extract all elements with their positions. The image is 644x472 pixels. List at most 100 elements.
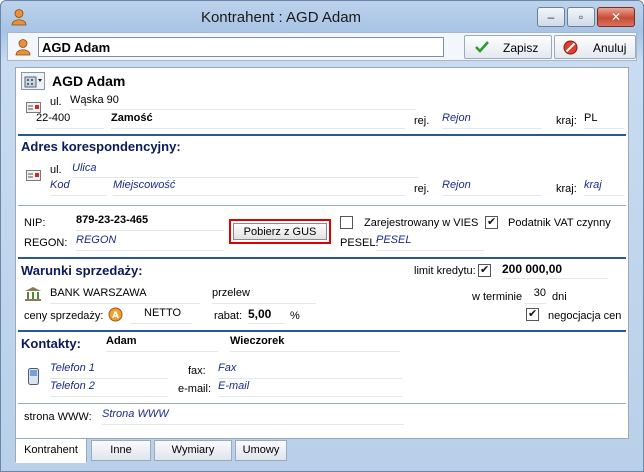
www-label: strona WWW:	[24, 411, 92, 423]
payment-method-value: przelew	[212, 287, 250, 299]
corr-region-placeholder: Rejon	[442, 179, 471, 191]
discount-value: 5,00	[248, 307, 272, 321]
svg-text:A: A	[112, 311, 119, 321]
corr-postal-placeholder: Kod	[50, 179, 70, 191]
credit-limit-label: limit kredytu:	[414, 265, 476, 277]
close-icon: ✕	[610, 10, 622, 24]
first-name-field[interactable]: Adam	[106, 335, 218, 352]
window-title: Kontrahent : AGD Adam	[200, 9, 362, 26]
cancel-button[interactable]: Anuluj	[554, 35, 636, 59]
fax-label: fax:	[188, 365, 206, 377]
minimize-button[interactable]: ‒	[537, 7, 565, 27]
divider	[18, 403, 626, 404]
corr-street-label: ul.	[50, 164, 62, 176]
negotiation-checkbox[interactable]	[526, 307, 539, 321]
corr-postal-field[interactable]: Kod	[50, 179, 106, 196]
region-field[interactable]: Rejon	[442, 112, 542, 129]
tab-inne[interactable]: Inne	[91, 440, 151, 461]
nip-label: NIP:	[24, 217, 46, 229]
separator	[18, 134, 626, 136]
last-name-value: Wieczorek	[230, 335, 285, 347]
kraj-label: kraj:	[556, 115, 577, 127]
regon-field[interactable]: REGON	[76, 234, 224, 251]
tab-umowy[interactable]: Umowy	[235, 440, 287, 461]
fax-field[interactable]: Fax	[218, 362, 402, 379]
corr-region-field[interactable]: Rejon	[442, 179, 542, 196]
bank-value: BANK WARSZAWA	[50, 287, 147, 299]
vies-label: Zarejestrowany w VIES	[364, 217, 479, 229]
nip-field[interactable]: 879-23-23-465	[76, 214, 224, 231]
regon-placeholder: REGON	[76, 234, 117, 246]
email-label: e-mail:	[178, 383, 212, 395]
payment-method-field[interactable]: przelew	[212, 287, 316, 304]
term-days-value: 30	[533, 287, 546, 299]
street-value: Wąska 90	[70, 94, 119, 106]
regon-label: REGON:	[24, 237, 68, 249]
corr-kraj-label: kraj:	[556, 183, 577, 195]
term-label: w terminie	[472, 291, 523, 303]
prices-field[interactable]: NETTO	[130, 307, 192, 324]
address-card-icon	[26, 170, 41, 181]
corr-country-placeholder: kraj	[584, 179, 602, 191]
street-label: ul.	[50, 96, 62, 108]
corr-rej-label: rej.	[414, 183, 430, 195]
credit-limit-value: 200 000,00	[502, 262, 563, 276]
tab-wymiary[interactable]: Wymiary	[154, 440, 232, 461]
contacts-title: Kontakty:	[21, 336, 81, 351]
toolbar: Zapisz Anuluj	[7, 32, 637, 61]
credit-limit-checkbox[interactable]	[478, 263, 491, 277]
vat-checkbox[interactable]	[485, 215, 498, 229]
phone1-placeholder: Telefon 1	[50, 362, 95, 374]
checkmark-icon	[475, 41, 489, 53]
bank-field[interactable]: BANK WARSZAWA	[50, 287, 200, 304]
save-label: Zapisz	[503, 41, 539, 55]
credit-limit-field[interactable]: 200 000,00	[502, 262, 608, 279]
form-panel: AGD Adam ul. Wąska 90 22-400 Zamość rej.…	[15, 67, 629, 439]
days-label: dni	[552, 291, 567, 303]
www-placeholder: Strona WWW	[102, 408, 169, 420]
country-value: PL	[584, 112, 598, 124]
phone2-field[interactable]: Telefon 2	[50, 380, 168, 397]
contractor-window: Kontrahent : AGD Adam ‒ ▫ ✕ Zapisz	[0, 0, 644, 472]
corr-country-field[interactable]: kraj	[584, 179, 624, 196]
close-button[interactable]: ✕	[597, 7, 635, 27]
country-field[interactable]: PL	[584, 112, 624, 129]
corr-street-field[interactable]: Ulica	[72, 162, 418, 178]
correspondence-title: Adres korespondencyjny:	[21, 139, 181, 154]
discount-field[interactable]: 5,00	[248, 307, 284, 324]
corr-city-placeholder: Miejscowość	[113, 179, 176, 191]
vies-checkbox[interactable]	[340, 216, 353, 229]
prices-label: ceny sprzedaży:	[24, 310, 104, 322]
vat-label: Podatnik VAT czynny	[508, 217, 611, 229]
percent-label: %	[290, 310, 300, 322]
email-field[interactable]: E-mail	[218, 380, 402, 397]
contractor-name-input[interactable]	[38, 37, 444, 57]
building-icon	[24, 76, 42, 88]
term-days-field[interactable]: 30	[524, 287, 546, 304]
phone1-field[interactable]: Telefon 1	[50, 362, 168, 379]
address-type-button[interactable]	[21, 72, 45, 90]
tab-kontrahent[interactable]: Kontrahent	[15, 438, 87, 463]
postal-code-value: 22-400	[36, 112, 71, 124]
postal-code-field[interactable]: 22-400	[36, 112, 104, 129]
cancel-icon	[563, 40, 578, 55]
corr-street-placeholder: Ulica	[72, 162, 97, 174]
price-type-icon[interactable]: A	[108, 307, 123, 322]
email-placeholder: E-mail	[218, 380, 250, 392]
title-bar: Kontrahent : AGD Adam ‒ ▫ ✕	[1, 1, 643, 31]
phone2-placeholder: Telefon 2	[50, 380, 95, 392]
fetch-gus-button[interactable]: Pobierz z GUS	[233, 223, 327, 240]
maximize-button[interactable]: ▫	[567, 7, 595, 27]
corr-city-field[interactable]: Miejscowość	[113, 179, 405, 196]
pesel-field[interactable]: PESEL	[376, 234, 484, 251]
city-value: Zamość	[111, 112, 153, 124]
last-name-field[interactable]: Wieczorek	[230, 335, 400, 352]
phone-icon	[28, 368, 39, 385]
prices-value: NETTO	[144, 307, 182, 319]
person-icon	[15, 39, 31, 56]
www-field[interactable]: Strona WWW	[102, 408, 404, 425]
city-field[interactable]: Zamość	[111, 112, 405, 129]
nip-value: 879-23-23-465	[76, 214, 149, 226]
street-field[interactable]: Wąska 90	[70, 94, 416, 110]
save-button[interactable]: Zapisz	[464, 35, 552, 59]
